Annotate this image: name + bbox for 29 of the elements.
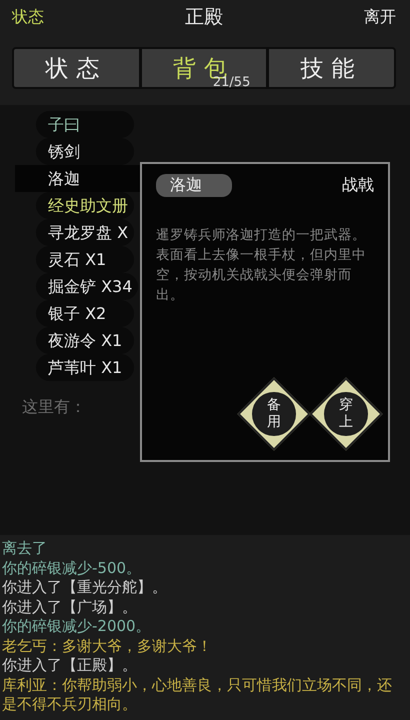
leave-link[interactable]: 离开: [364, 6, 396, 28]
inventory-item[interactable]: 经史助文册: [36, 192, 134, 219]
action-button[interactable]: 备用: [237, 377, 311, 451]
inventory-item[interactable]: 芦苇叶 X1: [36, 354, 134, 381]
inventory-item[interactable]: 锈剑: [36, 138, 134, 165]
tab[interactable]: 背包 21/55: [138, 49, 266, 87]
status-link[interactable]: 状态: [12, 6, 44, 28]
item-name: 洛迦: [156, 174, 232, 197]
tab[interactable]: 状态: [14, 49, 139, 87]
log-message: 库利亚：你帮助弱小，心地善良，只可惜我们立场不同，还是不得不兵刃相向。: [2, 676, 393, 714]
log-message: 你的碎银减少-500。: [2, 558, 142, 578]
item-description: 暹罗铸兵师洛迦打造的一把武器。表面看上去像一根手杖，但内里中空，按动机关战戟头便会弹射而出。: [156, 226, 367, 305]
inventory-item[interactable]: 银子 X2: [36, 300, 134, 327]
inventory-item[interactable]: 掘金铲 X34: [36, 273, 138, 300]
log-message: 你进入了【重光分舵】。: [2, 578, 168, 598]
inventory-item[interactable]: 夜游令 X1: [36, 327, 134, 354]
tab[interactable]: 技能: [266, 49, 394, 87]
inventory-item[interactable]: 灵石 X1: [36, 246, 134, 273]
log-message: 你进入了【正殿】。: [2, 656, 138, 676]
action-button[interactable]: 穿上: [309, 377, 383, 451]
item-type: 战戟: [342, 175, 374, 196]
log-message: 离去了: [2, 539, 48, 558]
inventory-item[interactable]: 寻龙罗盘 X: [36, 219, 134, 246]
inventory-item[interactable]: 子曰: [36, 111, 134, 138]
log-message: 你进入了【广场】。: [2, 598, 138, 617]
log-message: 你的碎银减少-2000。: [2, 617, 152, 636]
here-label: 这里有：: [22, 397, 86, 418]
log-message: 老乞丐：多谢大爷，多谢大爷！: [2, 636, 213, 656]
location-title: 正殿: [185, 5, 223, 30]
